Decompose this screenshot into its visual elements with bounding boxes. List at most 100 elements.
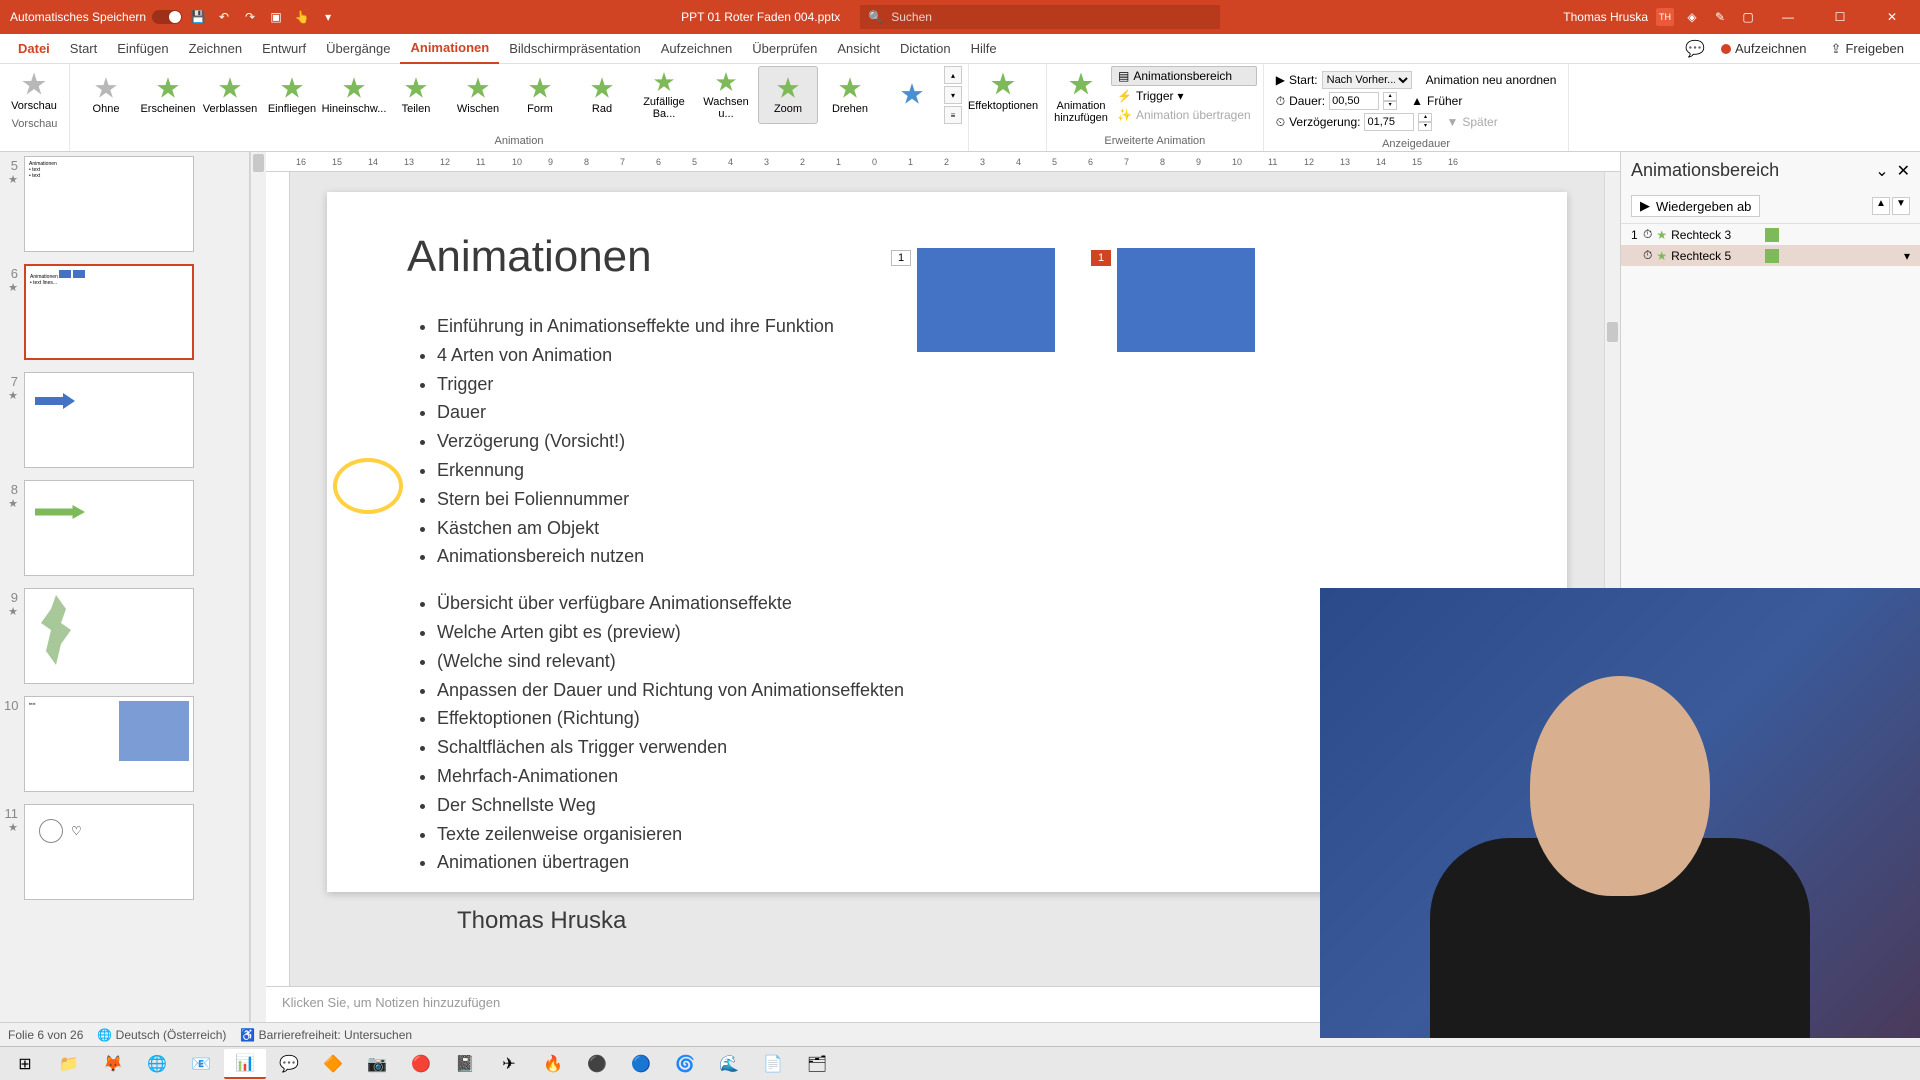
firefox-icon[interactable]: 🦊 (92, 1049, 134, 1079)
undo-icon[interactable]: ↶ (214, 7, 234, 27)
thumb-scrollbar[interactable] (250, 152, 266, 1022)
rectangle-3[interactable] (917, 248, 1055, 352)
play-from-button[interactable]: ▶Wiedergeben ab (1631, 195, 1760, 217)
anim-wischen[interactable]: Wischen (448, 66, 508, 124)
thumbnail-11[interactable]: ♡ (24, 804, 194, 900)
redo-icon[interactable]: ↷ (240, 7, 260, 27)
tab-design[interactable]: Entwurf (252, 34, 316, 64)
anim-item-Rechteck-3[interactable]: 1⏱★Rechteck 3 (1621, 224, 1920, 245)
username[interactable]: Thomas Hruska (1563, 10, 1648, 24)
vertical-ruler[interactable] (266, 172, 290, 986)
touch-icon[interactable]: 👆 (292, 7, 312, 27)
search-input[interactable] (891, 10, 1212, 24)
tab-transitions[interactable]: Übergänge (316, 34, 400, 64)
powerpoint-icon[interactable]: 📊 (224, 1049, 266, 1079)
app-icon-3[interactable]: 🔴 (400, 1049, 442, 1079)
tab-file[interactable]: Datei (8, 34, 60, 64)
horizontal-ruler[interactable]: 1615141312111098765432101234567891011121… (266, 152, 1620, 172)
duration-up[interactable]: ▴ (1383, 92, 1397, 101)
tab-insert[interactable]: Einfügen (107, 34, 178, 64)
tab-view[interactable]: Ansicht (827, 34, 890, 64)
anim-tag-1[interactable]: 1 (891, 250, 911, 266)
tab-help[interactable]: Hilfe (961, 34, 1007, 64)
earlier-button[interactable]: Früher (1427, 94, 1462, 108)
tab-animations[interactable]: Animationen (400, 34, 499, 64)
gallery-up[interactable]: ▴ (944, 66, 962, 84)
explorer-icon[interactable]: 📁 (48, 1049, 90, 1079)
anim-einfliegen[interactable]: Einfliegen (262, 66, 322, 124)
app-icon-4[interactable]: 🔥 (532, 1049, 574, 1079)
duration-input[interactable] (1329, 92, 1379, 110)
anim-verblassen[interactable]: Verblassen (200, 66, 260, 124)
anim-item-Rechteck-5[interactable]: ⏱★Rechteck 5▾ (1621, 245, 1920, 266)
thumbnail-7[interactable] (24, 372, 194, 468)
tab-slideshow[interactable]: Bildschirmpräsentation (499, 34, 651, 64)
thumbnail-panel[interactable]: 5★Animationen• text• text6★Animationen •… (0, 152, 250, 1022)
drop-icon[interactable]: ✎ (1710, 7, 1730, 27)
anim-drehen[interactable]: Drehen (820, 66, 880, 124)
app-icon-7[interactable]: 📄 (752, 1049, 794, 1079)
qat-more-icon[interactable]: ▾ (318, 7, 338, 27)
anim-extra[interactable] (882, 66, 942, 124)
delay-input[interactable] (1364, 113, 1414, 131)
anim-zoom[interactable]: Zoom (758, 66, 818, 124)
comments-icon[interactable]: 💬 (1685, 39, 1705, 59)
app-icon-2[interactable]: 📷 (356, 1049, 398, 1079)
thumbnail-10[interactable]: text (24, 696, 194, 792)
later-button[interactable]: Später (1462, 115, 1497, 129)
diamond-icon[interactable]: ◈ (1682, 7, 1702, 27)
app-icon-1[interactable]: 💬 (268, 1049, 310, 1079)
close-button[interactable]: ✕ (1870, 0, 1914, 34)
obs-icon[interactable]: ⚫ (576, 1049, 618, 1079)
preview-button[interactable]: Vorschau (6, 66, 62, 116)
filename[interactable]: PPT 01 Roter Faden 004.pptx (681, 10, 840, 24)
window-icon[interactable]: ▢ (1738, 7, 1758, 27)
search-box[interactable]: 🔍 (860, 5, 1220, 29)
rectangle-5[interactable] (1117, 248, 1255, 352)
anim-ohne[interactable]: Ohne (76, 66, 136, 124)
anim-hineinschw...[interactable]: Hineinschw... (324, 66, 384, 124)
slide-counter[interactable]: Folie 6 von 26 (8, 1028, 83, 1042)
accessibility-status[interactable]: ♿ Barrierefreiheit: Untersuchen (240, 1028, 412, 1042)
effect-options-button[interactable]: Effektoptionen (975, 66, 1031, 116)
start-select[interactable]: Nach Vorher... (1322, 71, 1412, 89)
tab-dictation[interactable]: Dictation (890, 34, 961, 64)
autosave-toggle[interactable]: Automatisches Speichern (10, 10, 182, 24)
telegram-icon[interactable]: ✈ (488, 1049, 530, 1079)
tab-review[interactable]: Überprüfen (742, 34, 827, 64)
anim-zufällige ba...[interactable]: Zufällige Ba... (634, 66, 694, 124)
minimize-button[interactable]: — (1766, 0, 1810, 34)
anim-rad[interactable]: Rad (572, 66, 632, 124)
thumbnail-8[interactable] (24, 480, 194, 576)
trigger-button[interactable]: ⚡Trigger▾ (1111, 87, 1257, 105)
tab-start[interactable]: Start (60, 34, 107, 64)
anim-form[interactable]: Form (510, 66, 570, 124)
thumbnail-9[interactable] (24, 588, 194, 684)
anim-wachsen u...[interactable]: Wachsen u... (696, 66, 756, 124)
record-button[interactable]: Aufzeichnen (1713, 39, 1815, 58)
user-avatar[interactable]: TH (1656, 8, 1674, 26)
thumbnail-6[interactable]: Animationen • text lines... (24, 264, 194, 360)
app-icon-5[interactable]: 🔵 (620, 1049, 662, 1079)
delay-down[interactable]: ▾ (1418, 122, 1432, 131)
present-icon[interactable]: ▣ (266, 7, 286, 27)
vlc-icon[interactable]: 🔶 (312, 1049, 354, 1079)
app-icon-6[interactable]: 🌀 (664, 1049, 706, 1079)
chrome-icon[interactable]: 🌐 (136, 1049, 178, 1079)
language-status[interactable]: 🌐 Deutsch (Österreich) (97, 1028, 226, 1042)
tab-record[interactable]: Aufzeichnen (651, 34, 743, 64)
pane-close-icon[interactable]: ✕ (1897, 161, 1910, 181)
move-up-button[interactable]: ▲ (1872, 197, 1890, 215)
thumbnail-5[interactable]: Animationen• text• text (24, 156, 194, 252)
tab-draw[interactable]: Zeichnen (179, 34, 252, 64)
anim-erscheinen[interactable]: Erscheinen (138, 66, 198, 124)
share-button[interactable]: ⇪Freigeben (1823, 39, 1912, 59)
anim-teilen[interactable]: Teilen (386, 66, 446, 124)
delay-up[interactable]: ▴ (1418, 113, 1432, 122)
gallery-more[interactable]: ≡ (944, 106, 962, 124)
add-animation-button[interactable]: Animation hinzufügen (1053, 66, 1109, 128)
app-icon-8[interactable]: 🗂 (796, 1049, 838, 1079)
move-down-button[interactable]: ▼ (1892, 197, 1910, 215)
save-icon[interactable]: 💾 (188, 7, 208, 27)
animation-pane-button[interactable]: ▤Animationsbereich (1111, 66, 1257, 86)
